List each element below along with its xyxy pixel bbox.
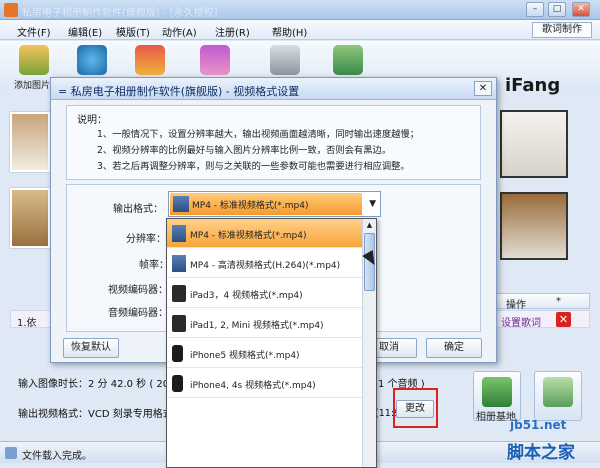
menu-file[interactable]: 文件(F) (17, 24, 51, 39)
window-title: 私房电子相册制作软件(旗舰版) - [永久授权] (22, 8, 218, 19)
add-image-icon (19, 45, 49, 75)
video-encoder-label: 视频编码器： (108, 285, 168, 296)
delete-icon[interactable]: ✕ (556, 312, 571, 327)
watermark-site: jb51.net (510, 418, 567, 432)
set-lyrics-link[interactable]: 设置歌词 (501, 314, 541, 329)
format-option-label: iPhone4, 4s 视频格式(*.mp4) (190, 381, 316, 391)
resolution-label: 分辨率： (126, 234, 166, 245)
scroll-up-icon[interactable]: ▲ (363, 219, 376, 232)
monitor-icon (333, 45, 363, 75)
iphone-icon (172, 375, 183, 392)
film-icon (172, 225, 186, 242)
ipad-icon (172, 285, 186, 302)
format-dropdown-list: MP4 - 标准视频格式(*.mp4) MP4 - 高清视频格式(H.264)(… (166, 218, 377, 468)
brand-logo: iFang (505, 75, 561, 96)
audio-encoder-label: 音频编码器： (108, 308, 168, 319)
film-icon (173, 196, 189, 212)
dialog-title: = 私房电子相册制作软件(旗舰版) - 视频格式设置 (58, 85, 300, 98)
palette-icon (135, 45, 165, 75)
menu-help[interactable]: 帮助(H) (272, 24, 307, 39)
menu-action[interactable]: 动作(A) (162, 24, 197, 39)
album-icon (482, 377, 512, 407)
notes-panel: 说明： 1、一般情况下，设置分辨率越大，输出视频画面越清晰，同时输出速度越慢； … (66, 105, 481, 180)
status-text: 文件载入完成。 (22, 451, 92, 462)
list-header: 操作 * (495, 293, 590, 311)
photo-thumb[interactable] (500, 110, 568, 178)
format-label: 输出格式： (113, 204, 163, 215)
combo-value: MP4 - 标准视频格式(*.mp4) (192, 201, 309, 211)
note-line: 1、一般情况下，设置分辨率越大，输出视频画面越清晰，同时输出速度越慢； (97, 129, 420, 140)
lyrics-button[interactable]: 歌词制作 (532, 22, 592, 38)
maximize-button[interactable]: □ (548, 2, 566, 17)
close-button[interactable]: ✕ (572, 2, 590, 17)
film-icon (172, 255, 186, 272)
format-option-label: MP4 - 标准视频格式(*.mp4) (190, 231, 307, 241)
album-base-button[interactable]: 相册基地 (473, 371, 521, 423)
minimize-button[interactable]: – (526, 2, 544, 17)
format-option-label: iPad1, 2, Mini 视频格式(*.mp4) (190, 321, 324, 331)
format-option[interactable]: iPad3，4 视频格式(*.mp4) (167, 279, 362, 308)
format-option-label: iPad3，4 视频格式(*.mp4) (190, 291, 303, 301)
video-icon (77, 45, 107, 75)
highlight-box (393, 388, 438, 428)
photo-thumb[interactable] (10, 112, 50, 172)
video-format-dialog: = 私房电子相册制作软件(旗舰版) - 视频格式设置 ✕ 说明： 1、一般情况下… (50, 77, 497, 468)
reset-default-button[interactable]: 恢复默认 (63, 338, 119, 358)
framerate-label: 帧率： (139, 260, 169, 271)
zip-icon (543, 377, 573, 407)
output-button[interactable] (534, 371, 582, 421)
format-option[interactable]: iPad1, 2, Mini 视频格式(*.mp4) (167, 309, 362, 338)
status-icon (5, 447, 17, 459)
output-format-select[interactable]: MP4 - 标准视频格式(*.mp4) ▼ (168, 191, 381, 217)
format-option[interactable]: iPhone5 视频格式(*.mp4) (167, 339, 362, 368)
menu-register[interactable]: 注册(R) (215, 24, 250, 39)
watermark-name: 脚本之家 (507, 443, 575, 463)
format-option-label: iPhone5 视频格式(*.mp4) (190, 351, 300, 361)
iphone-icon (172, 345, 183, 362)
format-option[interactable]: iPhone4, 4s 视频格式(*.mp4) (167, 369, 362, 398)
col-star: * (556, 296, 561, 307)
menu-bar: 文件(F) 编辑(E) 模版(T) 动作(A) 注册(R) 帮助(H) 歌词制作 (0, 20, 600, 40)
app-icon (4, 3, 18, 17)
dialog-close-button[interactable]: ✕ (474, 81, 492, 96)
music-icon (200, 45, 230, 75)
photo-thumb[interactable] (10, 188, 50, 248)
combo-selected: MP4 - 标准视频格式(*.mp4) (170, 193, 362, 215)
ok-button[interactable]: 确定 (426, 338, 482, 358)
note-line: 3、若之后再调整分辨率，则与之关联的一些参数可能也需要进行相应调整。 (97, 161, 410, 172)
menu-edit[interactable]: 编辑(E) (68, 24, 102, 39)
title-bar: 私房电子相册制作软件(旗舰版) - [永久授权] – □ ✕ (0, 0, 600, 20)
input-duration: 输入图像时长：2 分 42.0 秒 ( 20 张 (18, 379, 183, 390)
chevron-down-icon[interactable]: ▼ (369, 199, 376, 209)
notes-heading: 说明： (77, 115, 107, 126)
dialog-title-bar: = 私房电子相册制作软件(旗舰版) - 视频格式设置 ✕ (51, 78, 496, 100)
format-option[interactable]: MP4 - 高清视频格式(H.264)(*.mp4) (167, 249, 362, 278)
note-line: 2、视频分辨率的比例最好与输入图片分辨率比例一致，否则会有黑边。 (97, 145, 392, 156)
photo-thumb[interactable] (500, 192, 568, 260)
trash-icon (270, 45, 300, 75)
col-action: 操作 (506, 300, 526, 311)
ipad-icon (172, 315, 186, 332)
list-file-name: 1.依 (17, 318, 37, 329)
menu-template[interactable]: 模版(T) (116, 24, 150, 39)
add-image-tool[interactable]: 添加图片 (14, 45, 54, 91)
format-option-label: MP4 - 高清视频格式(H.264)(*.mp4) (190, 261, 341, 271)
format-option[interactable]: MP4 - 标准视频格式(*.mp4) (167, 219, 362, 248)
add-image-label: 添加图片 (14, 81, 51, 91)
